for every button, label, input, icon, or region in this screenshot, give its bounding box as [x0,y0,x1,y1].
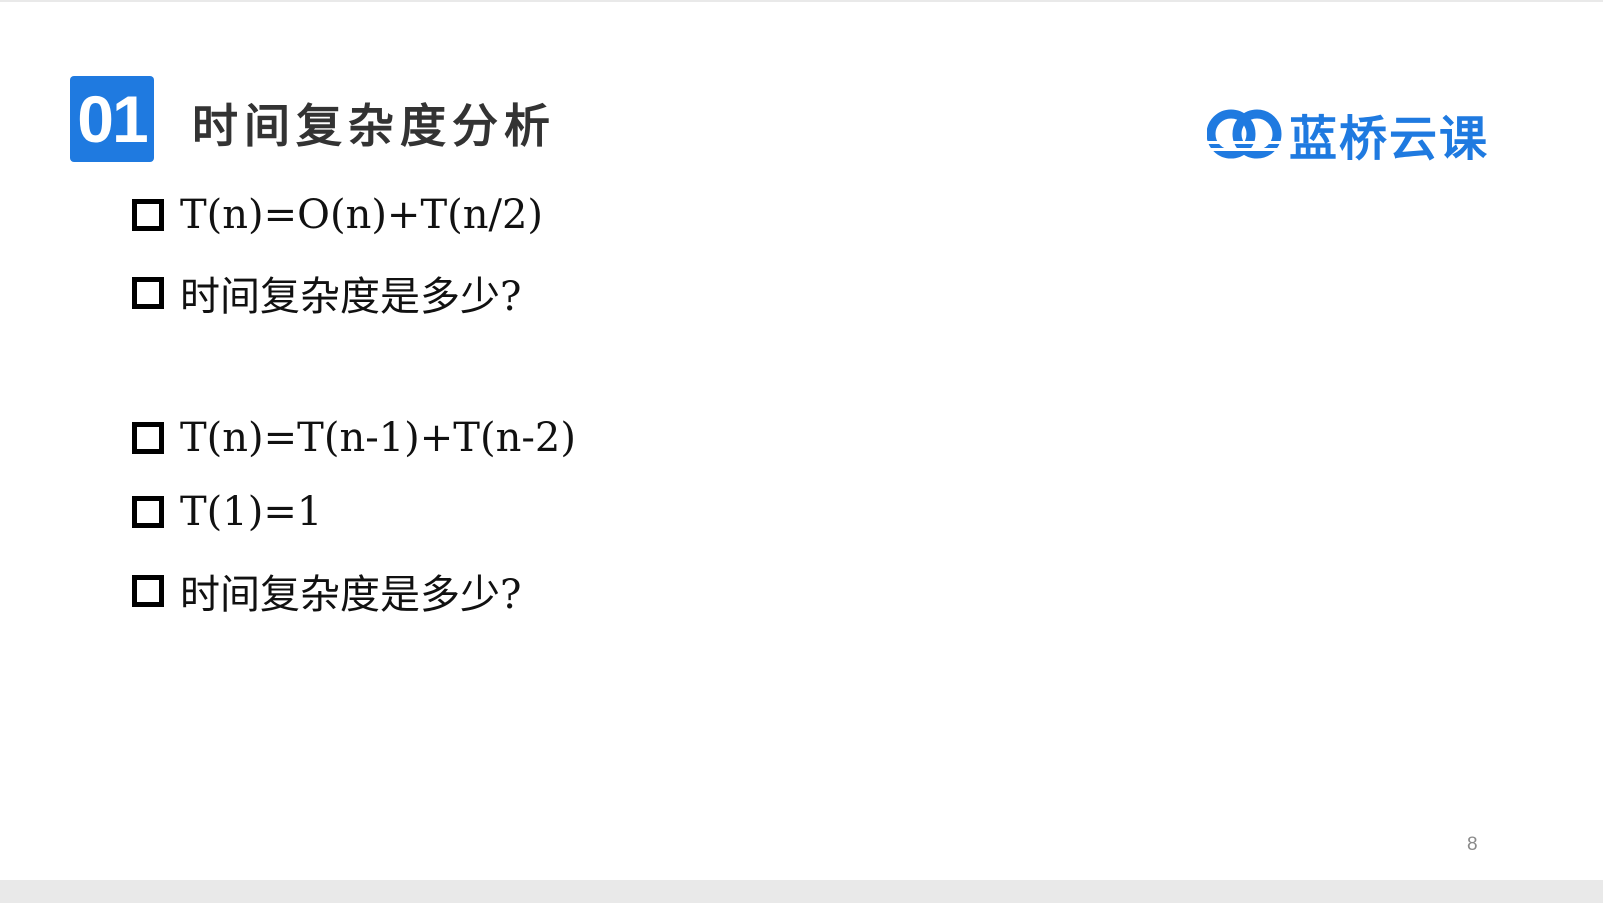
brand-name: 蓝桥云课 [1289,111,1490,167]
brand-logo: 蓝桥云课 [1207,102,1490,167]
checkbox-bullet-icon [132,199,164,231]
checkbox-bullet-icon [132,496,164,528]
bullet-text: T(n)=T(n-1)+T(n-2) [180,415,576,461]
bullet-item: 时间复杂度是多少? [132,562,521,620]
checkbox-bullet-icon [132,575,164,607]
checkbox-bullet-icon [132,277,164,309]
bullet-text: T(n)=O(n)+T(n/2) [180,192,544,238]
bullet-text: 时间复杂度是多少? [180,572,522,618]
bullet-item: T(1)=1 [132,489,322,535]
page-number: 8 [1467,834,1478,855]
bullet-item: 时间复杂度是多少? [132,264,521,322]
bullet-text: T(1)=1 [180,489,323,535]
bullet-item: T(n)=T(n-1)+T(n-2) [132,415,576,461]
checkbox-bullet-icon [132,422,164,454]
bullet-item: T(n)=O(n)+T(n/2) [132,192,543,238]
lanqiao-logo-icon [1207,109,1283,159]
slide-canvas: 01 时间复杂度分析 蓝桥云课 T(n)=O(n)+T(n/2) 时间复杂度是多… [0,2,1603,880]
slide-title: 时间复杂度分析 [192,99,556,153]
bullet-text: 时间复杂度是多少? [180,274,522,320]
section-number-badge: 01 [70,76,154,162]
